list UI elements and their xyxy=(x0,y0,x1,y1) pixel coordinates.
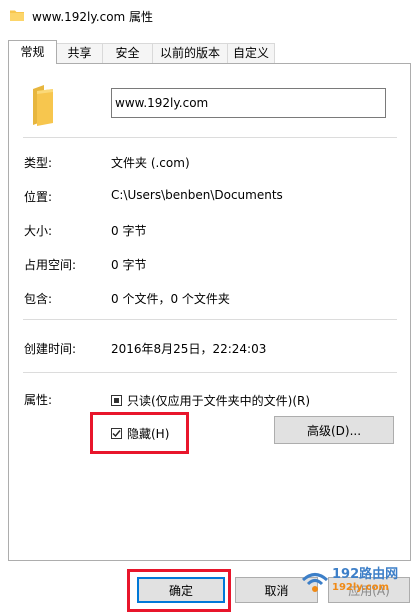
watermark: 192路由网 192ly.com xyxy=(298,560,408,606)
type-value: 文件夹 (.com) xyxy=(111,156,190,170)
checkmark-icon xyxy=(112,430,121,438)
watermark-url: 192ly.com xyxy=(332,582,389,593)
ok-button[interactable]: 确定 xyxy=(137,577,225,603)
size-value: 0 字节 xyxy=(111,224,147,238)
readonly-checkbox-label[interactable]: 只读(仅应用于文件夹中的文件)(R) xyxy=(127,392,310,409)
separator xyxy=(23,319,397,320)
size-on-disk-label: 占用空间: xyxy=(24,258,77,272)
tab-customize[interactable]: 自定义 xyxy=(227,43,275,63)
separator xyxy=(23,137,397,138)
created-label: 创建时间: xyxy=(24,342,77,356)
advanced-button[interactable]: 高级(D)... xyxy=(274,416,394,444)
indeterminate-mark-icon xyxy=(114,398,119,403)
folder-large-icon xyxy=(31,85,55,130)
contains-label: 包含: xyxy=(24,292,53,306)
attributes-label: 属性: xyxy=(24,393,53,407)
tab-security[interactable]: 安全 xyxy=(102,43,153,63)
hidden-checkbox[interactable] xyxy=(111,428,122,439)
location-value: C:\Users\benben\Documents xyxy=(111,188,283,202)
title-bar: www.192ly.com 属性 xyxy=(0,0,420,32)
separator xyxy=(23,372,397,373)
tab-sharing[interactable]: 共享 xyxy=(56,43,103,63)
size-label: 大小: xyxy=(24,224,53,238)
tab-previous-versions[interactable]: 以前的版本 xyxy=(152,43,228,63)
general-panel: 类型: 文件夹 (.com) 位置: C:\Users\benben\Docum… xyxy=(8,63,411,561)
size-on-disk-value: 0 字节 xyxy=(111,258,147,272)
window-title: www.192ly.com 属性 xyxy=(32,10,154,24)
wifi-logo-icon xyxy=(301,573,329,592)
contains-value: 0 个文件，0 个文件夹 xyxy=(111,292,230,306)
folder-name-input[interactable] xyxy=(111,88,386,118)
folder-icon xyxy=(10,9,24,24)
hidden-checkbox-label[interactable]: 隐藏(H) xyxy=(127,425,169,442)
tab-general[interactable]: 常规 xyxy=(8,40,57,64)
location-label: 位置: xyxy=(24,190,53,204)
created-value: 2016年8月25日，22:24:03 xyxy=(111,342,267,356)
watermark-title: 192路由网 xyxy=(332,567,399,582)
type-label: 类型: xyxy=(24,156,53,170)
readonly-checkbox[interactable] xyxy=(111,395,122,406)
